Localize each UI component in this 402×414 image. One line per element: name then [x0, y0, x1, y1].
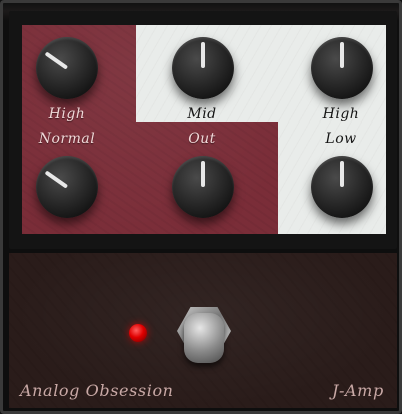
control-panel: High Normal Mid Out High Low: [22, 25, 386, 234]
knob-high-top-left[interactable]: [31, 32, 103, 104]
knob-high-top-right[interactable]: [306, 32, 378, 104]
knob-mid[interactable]: [167, 32, 239, 104]
label-high-left: High: [48, 106, 86, 122]
label-out: Out: [188, 131, 216, 147]
status-led: [129, 324, 147, 342]
label-high-right: High: [322, 106, 360, 122]
knob-pointer: [44, 170, 69, 189]
label-mid: Mid: [187, 106, 217, 122]
brand-analog-obsession: Analog Obsession: [20, 381, 174, 400]
footswitch-button[interactable]: [173, 303, 235, 367]
knob-pointer: [340, 161, 344, 187]
knob-pointer: [340, 42, 344, 68]
footswitch-cap: [184, 313, 224, 363]
label-normal: Normal: [38, 131, 96, 147]
knob-pointer: [44, 51, 69, 70]
pedal-window: High Normal Mid Out High Low Analog Obse…: [0, 0, 402, 414]
knob-out[interactable]: [167, 151, 239, 223]
label-low: Low: [325, 131, 357, 147]
knob-low[interactable]: [306, 151, 378, 223]
knob-pointer: [201, 161, 205, 187]
brand-j-amp: J-Amp: [332, 381, 384, 400]
knob-normal[interactable]: [31, 151, 103, 223]
knob-pointer: [201, 42, 205, 68]
